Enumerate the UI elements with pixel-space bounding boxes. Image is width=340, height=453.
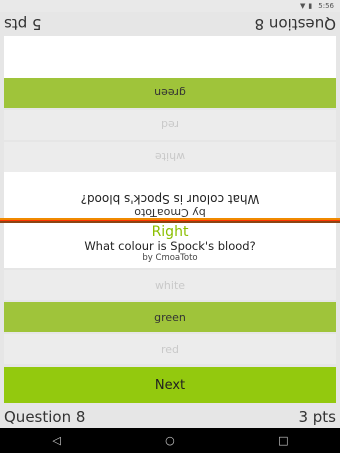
status-time: 5:56 bbox=[318, 2, 334, 10]
bottom-question-card: Right What colour is Spock's blood? by C… bbox=[4, 223, 336, 268]
bottom-answer-red[interactable]: red bbox=[4, 334, 336, 364]
top-answer-red[interactable]: red bbox=[4, 110, 336, 140]
top-score-bar: Question 8 5 pts bbox=[0, 12, 340, 36]
bottom-answer-white[interactable]: white bbox=[4, 270, 336, 300]
bottom-points: 3 pts bbox=[298, 408, 336, 426]
status-bar: ▼ ▮ 5:56 bbox=[0, 0, 340, 12]
top-question-text: What colour is Spock's blood? bbox=[80, 192, 260, 206]
bottom-question-text: What colour is Spock's blood? bbox=[84, 239, 256, 253]
battery-icon: ▮ bbox=[308, 2, 313, 10]
bottom-player-area: Right What colour is Spock's blood? by C… bbox=[0, 223, 340, 453]
bottom-answer-green[interactable]: green bbox=[4, 302, 336, 332]
next-button[interactable]: Next bbox=[4, 367, 336, 403]
top-next-area bbox=[4, 36, 336, 78]
home-icon[interactable]: ○ bbox=[150, 434, 190, 447]
back-icon[interactable]: ◁ bbox=[37, 434, 77, 447]
top-answer-white[interactable]: white bbox=[4, 142, 336, 172]
bottom-question-label: Question 8 bbox=[4, 408, 86, 426]
recents-icon[interactable]: □ bbox=[263, 434, 303, 447]
wifi-icon: ▼ bbox=[300, 2, 306, 10]
navigation-bar: ◁ ○ □ bbox=[0, 428, 340, 453]
result-label: Right bbox=[151, 224, 189, 240]
status-icons: ▼ ▮ 5:56 bbox=[300, 0, 334, 12]
top-answer-green[interactable]: green bbox=[4, 78, 336, 108]
top-player-area: by CmoaToto What colour is Spock's blood… bbox=[0, 12, 340, 227]
top-points: 5 pts bbox=[4, 15, 42, 33]
bottom-score-bar: Question 8 3 pts bbox=[0, 405, 340, 429]
bottom-question-author: by CmoaToto bbox=[142, 253, 198, 263]
top-question-label: Question 8 bbox=[254, 15, 336, 33]
